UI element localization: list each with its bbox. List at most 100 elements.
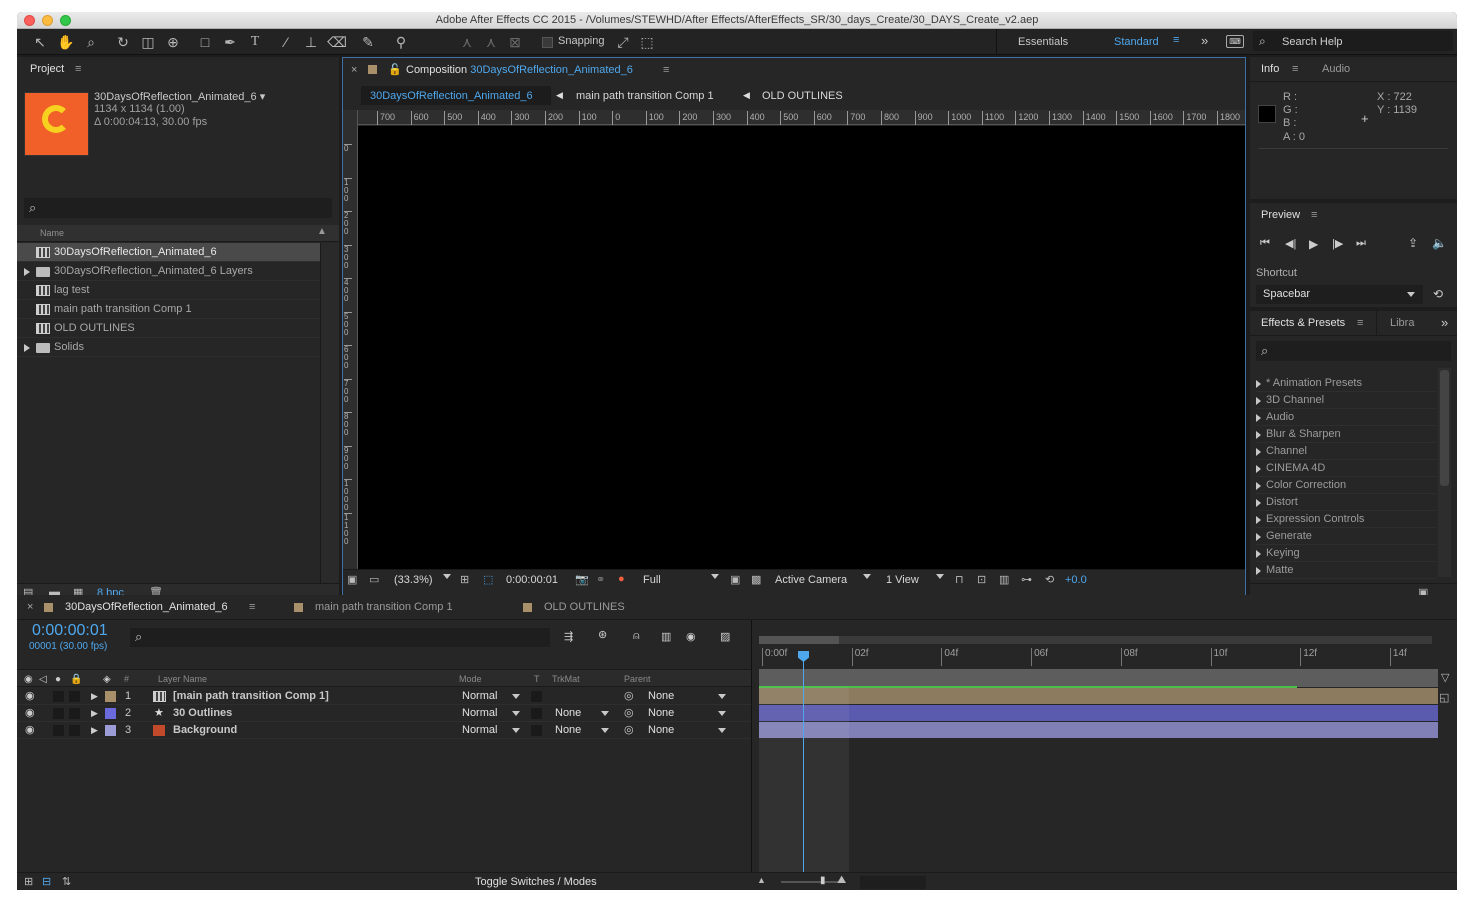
view-layout-select[interactable]: 1 View [886,574,919,586]
t-column-header[interactable]: T [534,670,540,689]
expand-arrow-icon[interactable] [24,268,30,276]
effects-category-item[interactable]: Generate [1256,528,1436,545]
effects-presets-tab[interactable]: Effects & Presets [1261,311,1345,335]
zoom-in-icon[interactable]: ⛰ [837,874,846,887]
layer-mode-select[interactable]: Normal [462,688,497,704]
preserve-transparency-checkbox[interactable] [531,708,542,719]
comp-button-icon[interactable]: ◱ [1439,691,1449,704]
project-tab[interactable]: Project [30,57,64,81]
shy-layers-icon[interactable]: ⍝ [633,630,640,643]
timeline-tab-main-path[interactable]: main path transition Comp 1 [315,595,453,619]
transfer-controls-icon[interactable]: ⊟ [42,875,51,888]
magnification-select[interactable]: (33.3%) [394,574,433,586]
preserve-transparency-checkbox[interactable] [531,725,542,736]
close-comp-tab-icon[interactable]: × [351,58,357,82]
frame-blending-icon[interactable]: ▥ [661,630,671,643]
preview-menu-icon[interactable]: ≡ [1311,203,1317,227]
more-workspaces-icon[interactable]: » [1201,33,1208,48]
roto-brush-tool-icon[interactable]: ✎ [358,32,378,52]
timeline-search-input[interactable]: ⌕ [130,628,550,647]
work-area-range[interactable] [759,636,839,644]
graph-editor-icon[interactable]: ▨ [720,630,730,643]
workspace-standard[interactable]: Standard [1114,36,1159,48]
expand-arrow-icon[interactable] [24,344,30,352]
expand-arrow-icon[interactable] [1256,533,1261,541]
layer-trkmat-select[interactable]: None [555,722,581,738]
eraser-tool-icon[interactable]: ⌫ [327,32,347,52]
fast-preview-toggle-icon[interactable]: ⊡ [977,573,986,586]
exposure-value[interactable]: +0.0 [1065,574,1087,586]
layer-label-color[interactable] [105,708,116,719]
comp-tab-name[interactable]: 30DaysOfReflection_Animated_6 [470,64,633,76]
snapshot-icon[interactable]: 📷 [575,573,589,586]
video-toggle-header-icon[interactable]: ◉ [24,670,33,689]
close-timeline-tab-icon[interactable]: × [27,595,33,619]
zoom-out-icon[interactable]: ▲ [757,875,766,885]
expand-arrow-icon[interactable]: ▶ [91,722,98,738]
type-tool-icon[interactable]: T [245,32,265,52]
lock-icon[interactable]: 🔓 [388,58,402,82]
sort-ascending-icon[interactable]: ▲ [317,226,327,237]
effects-category-item[interactable]: Audio [1256,409,1436,426]
timeline-current-time[interactable]: 0:00:00:01 [32,622,108,640]
label-header-icon[interactable]: ◈ [103,670,111,689]
effects-category-item[interactable]: Expression Controls [1256,511,1436,528]
timeline-scrollbar[interactable] [860,876,926,889]
breadcrumb-grandchild[interactable]: OLD OUTLINES [762,90,843,102]
draft-3d-icon[interactable]: ⊛ [598,628,607,641]
expand-arrow-icon[interactable] [1256,482,1261,490]
effects-category-item[interactable]: Distort [1256,494,1436,511]
puppet-pin-tool-icon[interactable]: ⚲ [391,32,411,52]
work-area-bar[interactable] [759,636,1432,644]
expand-arrow-icon[interactable] [1256,448,1261,456]
in-out-icon[interactable]: ⇅ [62,875,71,888]
lock-header-icon[interactable]: 🔒 [70,670,82,689]
toggle-pixel-aspect-icon[interactable]: ⊓ [955,573,964,586]
solo-box[interactable] [53,725,64,736]
play-icon[interactable]: ▶ [1309,237,1318,251]
view-axis-icon[interactable]: ⊠ [505,32,525,52]
solo-box[interactable] [53,708,64,719]
eye-icon[interactable]: ◉ [25,722,35,738]
reset-icon[interactable]: ⟲ [1433,287,1443,301]
trkmat-column-header[interactable]: TrkMat [552,670,580,689]
comp-mini-flowchart-icon[interactable]: ⇶ [564,630,573,643]
camera-tool-icon[interactable]: ◫ [138,32,158,52]
parent-column-header[interactable]: Parent [624,670,651,689]
parent-pickwhip-icon[interactable]: ◎ [624,688,634,704]
solo-header-icon[interactable]: ● [55,670,61,689]
fast-previews-icon[interactable]: ▣ [730,573,740,586]
layer-name[interactable]: 30 Outlines [173,705,232,721]
shortcut-select[interactable]: Spacebar [1256,285,1423,304]
expand-arrow-icon[interactable] [1256,499,1261,507]
snap-feather-icon[interactable]: ⬚ [637,32,657,52]
expand-arrow-icon[interactable]: ▶ [91,688,98,704]
layer-parent-select[interactable]: None [648,688,674,704]
project-list-item[interactable]: 30DaysOfReflection_Animated_6 Layers [17,262,320,281]
expand-arrow-icon[interactable] [1256,567,1261,575]
scrollbar-thumb[interactable] [1440,370,1449,486]
breadcrumb-child[interactable]: main path transition Comp 1 [576,90,714,102]
layer-row[interactable]: ◉ ▶ 1 [main path transition Comp 1] Normal ◎ N… [17,688,751,705]
layer-switches-icon[interactable]: ⊞ [24,875,33,888]
layer-label-color[interactable] [105,691,116,702]
effects-category-item[interactable]: Blur & Sharpen [1256,426,1436,443]
expand-arrow-icon[interactable] [1256,380,1261,388]
lock-box[interactable] [69,708,80,719]
audio-icon[interactable]: 🔈 [1432,236,1447,250]
solo-box[interactable] [53,691,64,702]
preview-tab[interactable]: Preview [1261,203,1300,227]
reset-exposure-icon[interactable]: ⟲ [1045,573,1054,586]
lock-box[interactable] [69,691,80,702]
layer-label-color[interactable] [105,725,116,736]
toggle-switches-modes-button[interactable]: Toggle Switches / Modes [475,876,597,888]
effects-category-item[interactable]: Keying [1256,545,1436,562]
layer-duration-bar[interactable] [759,688,1438,704]
effects-category-item[interactable]: Color Correction [1256,477,1436,494]
keyboard-icon[interactable]: ⌨ [1226,35,1244,48]
effects-scrollbar[interactable] [1438,368,1451,577]
more-tabs-icon[interactable]: » [1441,311,1448,335]
transparency-grid-icon[interactable]: ▩ [751,573,761,586]
effects-category-item[interactable]: * Animation Presets [1256,375,1436,392]
project-list-item[interactable]: OLD OUTLINES [17,319,320,338]
